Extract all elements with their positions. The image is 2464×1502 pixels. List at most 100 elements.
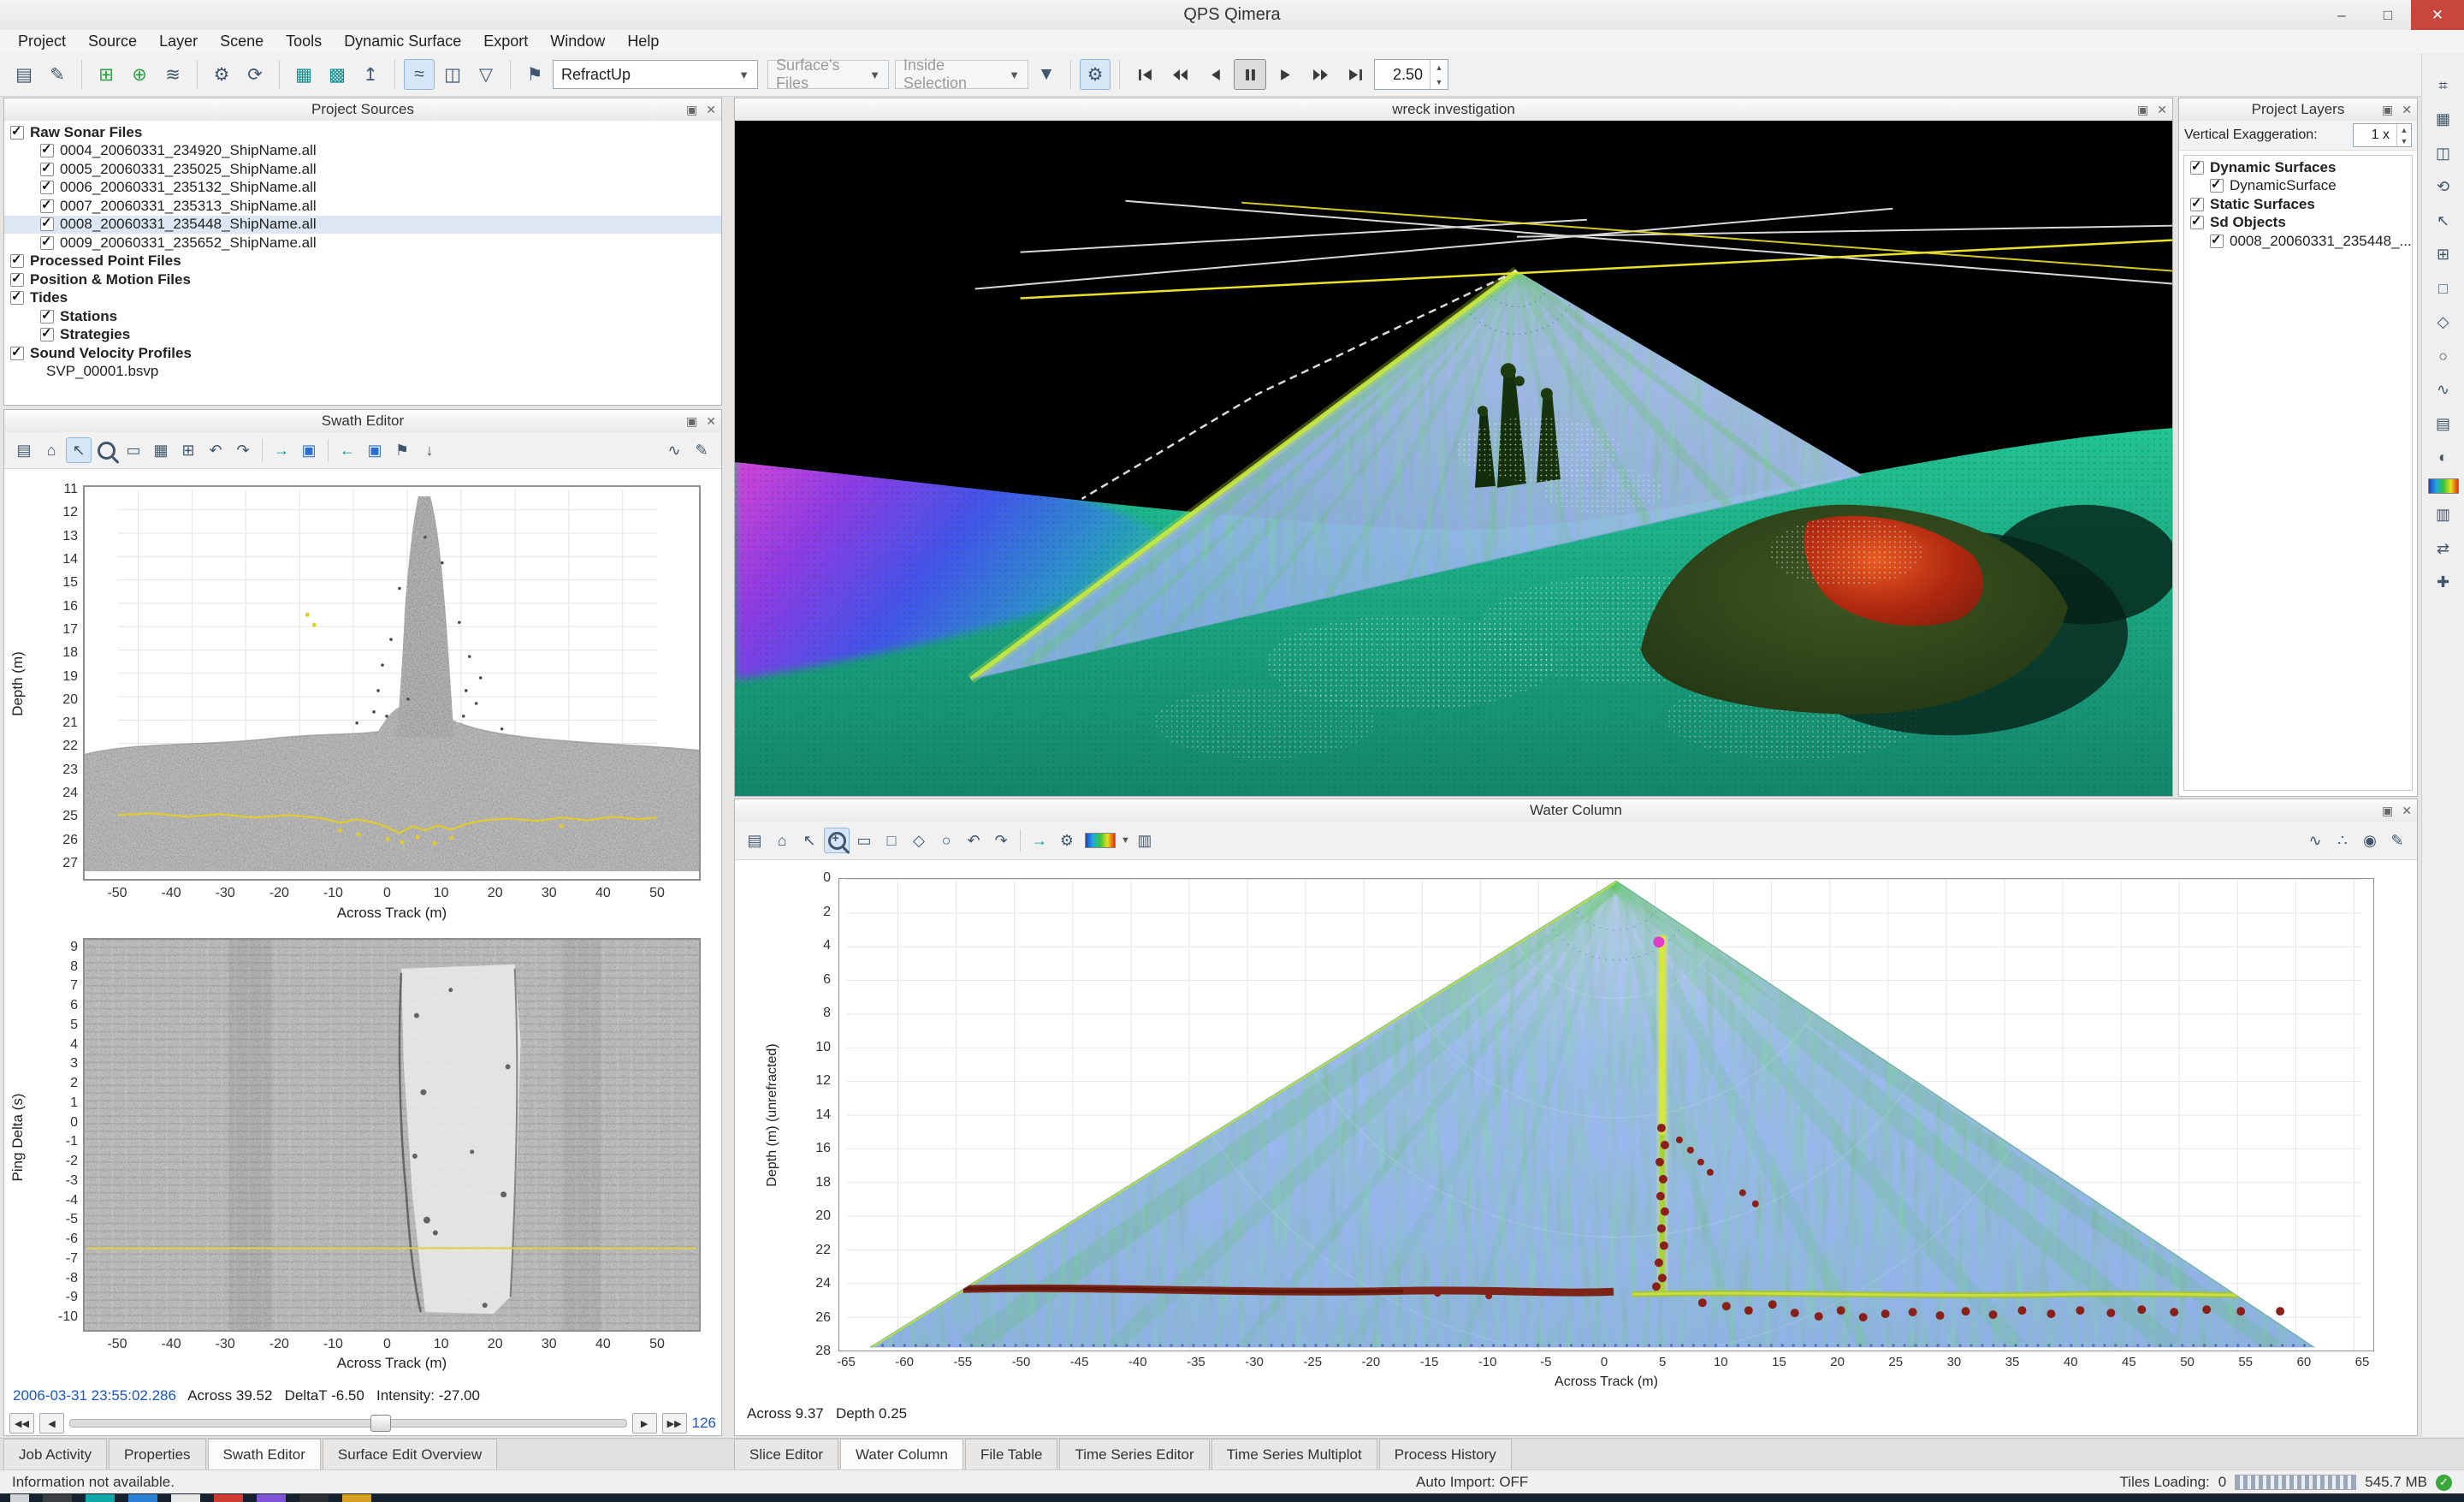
annotate-icon[interactable]: ✎ [2384, 828, 2410, 853]
shading-icon[interactable]: ◐ [2431, 445, 2456, 471]
checkbox[interactable] [10, 254, 24, 268]
ellipse-select-icon[interactable]: ○ [2431, 343, 2456, 369]
tree-item[interactable]: DynamicSurface [2184, 177, 2412, 196]
checkbox[interactable] [40, 163, 54, 176]
polygon-select-icon[interactable]: ◇ [2431, 310, 2456, 335]
rows-icon[interactable]: ▥ [2431, 502, 2456, 528]
swath-depth-plot[interactable] [83, 485, 701, 881]
accept-edits-icon[interactable]: → [1027, 828, 1052, 853]
settings-gear-icon[interactable]: ⚙ [1054, 828, 1080, 853]
filter-funnel-icon[interactable]: ▼ [1031, 59, 1062, 90]
tab-process-history[interactable]: Process History [1379, 1439, 1512, 1470]
menu-layer[interactable]: Layer [148, 30, 209, 53]
close-panel-icon[interactable]: ✕ [2157, 103, 2167, 117]
water-column-header[interactable]: Water Column ▣✕ [735, 799, 2417, 822]
water-column-fan-plot[interactable] [838, 878, 2374, 1351]
edit-grid-icon[interactable]: ▦ [148, 437, 174, 463]
polygon-select-icon[interactable]: ◇ [906, 828, 932, 853]
float-panel-icon[interactable]: ▣ [2137, 103, 2148, 117]
close-panel-icon[interactable]: ✕ [706, 103, 716, 117]
add-svp-icon[interactable]: ≋ [157, 59, 188, 90]
float-panel-icon[interactable]: ▣ [2382, 103, 2393, 117]
tree-item[interactable]: 0008_20060331_235448_... [2184, 232, 2412, 251]
checkbox[interactable] [2190, 161, 2204, 175]
playback-speed-spinner[interactable]: 2.50 ▲▼ [1374, 59, 1448, 90]
checkbox[interactable] [40, 144, 54, 157]
swath-editor-header[interactable]: Swath Editor ▣✕ [4, 410, 721, 433]
profile-line-icon[interactable]: ∿ [2431, 377, 2456, 403]
spin-up-icon[interactable]: ▲ [2397, 124, 2411, 135]
checkbox[interactable] [40, 181, 54, 194]
apply-filters-icon[interactable]: ↓ [417, 437, 442, 463]
close-panel-icon[interactable]: ✕ [2402, 804, 2412, 818]
checkbox[interactable] [40, 199, 54, 213]
select-cursor-icon[interactable]: ↖ [2431, 208, 2456, 234]
redo-icon[interactable]: ↷ [988, 828, 1014, 853]
move-3d-icon[interactable]: ✚ [2431, 570, 2456, 596]
scene-3d-header[interactable]: wreck investigation ▣✕ [735, 98, 2172, 122]
annotate-icon[interactable]: ✎ [689, 437, 714, 463]
vertical-exaggeration-spinner[interactable]: 1 x ▲▼ [2353, 123, 2412, 147]
checkbox[interactable] [40, 328, 54, 341]
export-image-icon[interactable]: ▤ [11, 437, 37, 463]
zoom-extents-icon[interactable]: ⊞ [2431, 242, 2456, 268]
visibility-icon[interactable]: ◉ [2357, 828, 2383, 853]
checkbox[interactable] [10, 273, 24, 287]
pause-button[interactable] [1234, 59, 1266, 90]
beam-angles-icon[interactable]: ∿ [661, 437, 687, 463]
zoom-icon[interactable] [93, 437, 119, 463]
menu-tools[interactable]: Tools [275, 30, 333, 53]
reject-block-icon[interactable]: ▣ [362, 437, 388, 463]
rotate-view-icon[interactable]: ⟲ [2431, 175, 2456, 200]
go-first-button[interactable] [1128, 59, 1161, 90]
step-back-button[interactable] [1199, 59, 1231, 90]
tree-item[interactable]: Raw Sonar Files [4, 123, 721, 142]
spin-down-icon[interactable]: ▼ [1430, 74, 1448, 89]
fast-forward-button[interactable] [1304, 59, 1336, 90]
tab-surface-edit-overview[interactable]: Surface Edit Overview [323, 1439, 497, 1470]
project-sources-header[interactable]: Project Sources ▣✕ [4, 98, 721, 122]
spin-down-icon[interactable]: ▼ [2397, 135, 2411, 146]
close-panel-icon[interactable]: ✕ [2402, 103, 2412, 117]
tree-item-selected[interactable]: 0008_20060331_235448_ShipName.all [4, 216, 721, 235]
slice-editor-tool-icon[interactable]: ◫ [437, 59, 468, 90]
dynamic-surface-icon[interactable]: ▦ [288, 59, 319, 90]
tab-job-activity[interactable]: Job Activity [3, 1439, 107, 1470]
zoom-in-icon[interactable] [824, 828, 850, 853]
checkbox[interactable] [40, 310, 54, 324]
reprocess-icon[interactable]: ⟳ [240, 59, 270, 90]
float-panel-icon[interactable]: ▣ [686, 414, 697, 429]
tree-item[interactable]: Static Surfaces [2184, 195, 2412, 214]
ping-slider-handle[interactable] [370, 1415, 391, 1432]
tree-item[interactable]: Position & Motion Files [4, 270, 721, 289]
taskbar-icon[interactable] [43, 1494, 72, 1502]
auto-process-icon[interactable]: ⚙ [1080, 59, 1111, 90]
ping-slider[interactable] [69, 1419, 627, 1428]
add-raw-sonar-icon[interactable]: ⊞ [91, 59, 121, 90]
list-view-icon[interactable]: ▤ [2431, 411, 2456, 436]
checkbox[interactable] [2190, 198, 2204, 211]
float-panel-icon[interactable]: ▣ [686, 103, 697, 117]
accept-block-icon[interactable]: ▣ [296, 437, 322, 463]
next-ping-button[interactable]: ▶ [632, 1413, 657, 1434]
taskbar-icon[interactable] [171, 1494, 200, 1502]
tree-item[interactable]: Dynamic Surfaces [2184, 158, 2412, 177]
taskbar-icon[interactable] [86, 1494, 115, 1502]
menu-scene[interactable]: Scene [209, 30, 275, 53]
close-panel-icon[interactable]: ✕ [706, 414, 716, 429]
tree-item[interactable]: 0004_20060331_234920_ShipName.all [4, 142, 721, 161]
swap-views-icon[interactable]: ⇄ [2431, 536, 2456, 561]
minimize-button[interactable]: – [2319, 0, 2365, 30]
previous-ping-button[interactable]: ◀ [39, 1413, 64, 1434]
checkbox[interactable] [40, 236, 54, 250]
checkbox[interactable] [2190, 216, 2204, 229]
play-button[interactable] [1269, 59, 1301, 90]
cursor-select-icon[interactable]: ↖ [66, 437, 92, 463]
undo-icon[interactable]: ↶ [203, 437, 228, 463]
tab-time-series-editor[interactable]: Time Series Editor [1059, 1439, 1209, 1470]
split-view-icon[interactable]: ◫ [2431, 140, 2456, 166]
export-surface-icon[interactable]: ↥ [355, 59, 386, 90]
tab-water-column[interactable]: Water Column [840, 1439, 963, 1470]
lasso-select-icon[interactable]: ○ [933, 828, 959, 853]
rect-select-icon[interactable]: □ [879, 828, 904, 853]
